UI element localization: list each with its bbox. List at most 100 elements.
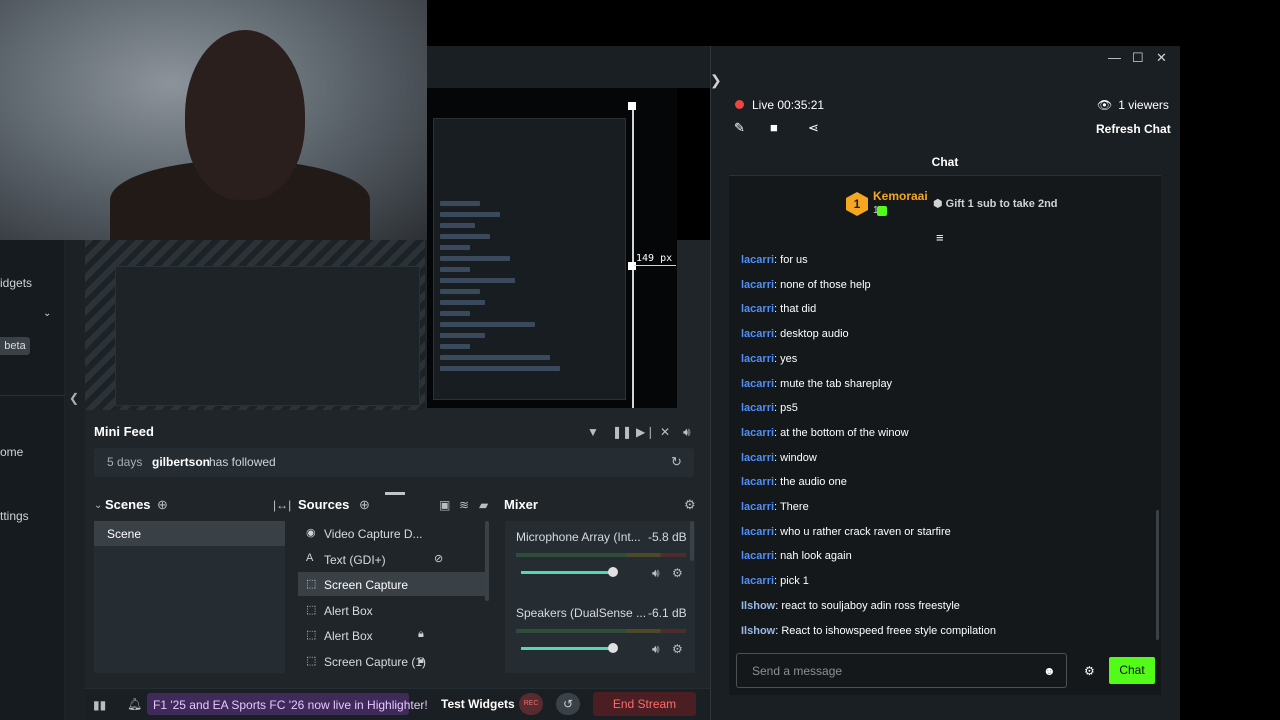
scrollbar[interactable] xyxy=(485,521,489,601)
test-widgets-button[interactable]: Test Widgets xyxy=(441,697,515,711)
lock-icon[interactable]: 🔒︎ xyxy=(418,654,424,667)
source-item[interactable]: A Text (GDI+) ⊘ xyxy=(298,547,488,571)
chat-message-text: at the bottom of the winow xyxy=(780,427,909,439)
skip-icon[interactable]: ▶❘ xyxy=(636,425,655,439)
gear-icon[interactable]: ⚙ xyxy=(672,642,683,656)
chat-username[interactable]: lacarri xyxy=(741,353,774,365)
mute-alerts-icon[interactable]: ✕ xyxy=(660,425,670,439)
record-button[interactable]: REC xyxy=(519,693,543,715)
emoji-icon[interactable]: ☻ xyxy=(1043,664,1056,678)
volume-icon[interactable]: 🔊︎ xyxy=(652,642,660,656)
gear-icon[interactable]: ⚙ xyxy=(1084,664,1095,678)
send-chat-button[interactable]: Chat xyxy=(1109,657,1155,684)
chat-message-input[interactable] xyxy=(738,655,1038,686)
chat-username[interactable]: lacarri xyxy=(741,501,774,513)
refresh-chat-button[interactable]: Refresh Chat xyxy=(1096,122,1171,136)
source-item[interactable]: ◉ Video Capture D... xyxy=(298,521,488,545)
chat-username[interactable]: lacarri xyxy=(741,378,774,390)
minimize-icon[interactable]: — xyxy=(1108,50,1121,65)
highlighter-banner[interactable]: F1 '25 and EA Sports FC '26 now live in … xyxy=(147,693,428,715)
chat-username[interactable]: lacarri xyxy=(741,303,774,315)
add-scene-icon[interactable]: ⊕ xyxy=(157,498,168,512)
chat-username[interactable]: lacarri xyxy=(741,254,774,266)
chat-username[interactable]: lacarri xyxy=(741,402,774,414)
gift-sub-prompt[interactable]: ⬢ Gift 1 sub to take 2nd xyxy=(933,197,1058,210)
chat-username[interactable]: lacarri xyxy=(741,550,774,562)
chat-message-text: mute the tab shareplay xyxy=(780,378,893,390)
chat-username[interactable]: lacarri xyxy=(741,279,774,291)
scene-item[interactable]: Scene xyxy=(94,521,285,546)
drag-handle[interactable] xyxy=(385,492,405,495)
selection-edge[interactable] xyxy=(632,105,634,408)
chevron-right-icon[interactable]: ❯ xyxy=(710,72,722,89)
chat-username[interactable]: lacarri xyxy=(741,427,774,439)
gear-icon[interactable]: ⚙ xyxy=(672,566,683,580)
volume-icon[interactable]: 🔊︎ xyxy=(683,425,691,439)
collapse-icon[interactable]: |↔| xyxy=(273,498,291,512)
chat-message-text: that did xyxy=(780,303,817,315)
scene-label: Scene xyxy=(107,527,142,541)
pause-icon[interactable]: ❚❚ xyxy=(612,425,632,439)
chevron-down-icon[interactable]: ⌄ xyxy=(94,499,102,513)
audio-meter xyxy=(516,553,686,557)
gift-icon xyxy=(877,206,887,216)
lock-icon[interactable]: 🔒︎ xyxy=(418,628,424,641)
mixer-channel-db: -5.8 dB xyxy=(648,530,687,544)
add-source-icon[interactable]: ⊕ xyxy=(359,498,370,512)
chat-username[interactable]: lacarri xyxy=(741,476,774,488)
source-label: Alert Box xyxy=(324,629,373,643)
source-item[interactable]: ⬚ Alert Box 🔒︎ xyxy=(298,623,488,647)
chat-username[interactable]: lacarri xyxy=(741,526,774,538)
window-controls: — ☐ ✕ xyxy=(1100,50,1175,66)
nested-screen-capture xyxy=(115,266,420,406)
source-item[interactable]: ⬚ Alert Box xyxy=(298,598,488,622)
chevron-left-icon[interactable]: ❮ xyxy=(69,391,79,405)
chat-username[interactable]: lacarri xyxy=(741,575,774,587)
volume-icon[interactable]: 🔊︎ xyxy=(652,566,660,580)
source-item[interactable]: ⬚ Screen Capture xyxy=(298,572,488,596)
volume-slider[interactable] xyxy=(521,571,616,574)
replay-buffer-icon[interactable]: ↺ xyxy=(556,693,580,715)
maximize-icon[interactable]: ☐ xyxy=(1132,50,1144,66)
folder-icon[interactable]: ▰ xyxy=(479,498,488,512)
chat-message-text: There xyxy=(779,501,809,513)
scrollbar[interactable] xyxy=(690,521,694,561)
resize-handle[interactable] xyxy=(628,102,636,110)
nav-item-settings[interactable]: ttings xyxy=(0,509,29,523)
source-settings-icon[interactable]: ≋ xyxy=(459,498,469,512)
close-icon[interactable]: ✕ xyxy=(1156,50,1167,66)
hidden-icon[interactable]: ⊘ xyxy=(434,552,443,565)
nav-item-home[interactable]: ome xyxy=(0,445,23,459)
chat-scrollbar[interactable] xyxy=(1156,510,1159,640)
chat-title: Chat xyxy=(931,155,959,169)
gear-icon[interactable]: ⚙ xyxy=(684,498,696,512)
filter-icon[interactable]: ▼ xyxy=(587,425,599,439)
chat-message: lacarri: none of those help xyxy=(741,279,871,291)
chat-message: lacarri: that did xyxy=(741,303,816,315)
share-icon[interactable]: ⋖ xyxy=(808,120,819,136)
chat-username[interactable]: Ilshow xyxy=(741,600,775,612)
feed-event-row: 5 days gilbertson has followed ↻ xyxy=(94,448,694,477)
volume-slider-knob[interactable] xyxy=(608,643,618,653)
camera-icon[interactable]: ■ xyxy=(770,120,778,135)
volume-slider[interactable] xyxy=(521,647,616,650)
source-group-icon[interactable]: ▣ xyxy=(439,498,450,512)
nav-item-widgets[interactable]: idgets xyxy=(0,276,32,290)
top-gifter-name[interactable]: Kemoraai xyxy=(873,189,928,203)
chevron-down-icon[interactable]: ⌄ xyxy=(43,308,51,319)
replay-icon[interactable]: ↻ xyxy=(671,455,682,469)
chat-input-box xyxy=(736,653,1067,688)
end-stream-button[interactable]: End Stream xyxy=(593,692,696,716)
chat-username[interactable]: lacarri xyxy=(741,328,774,340)
resize-handle[interactable] xyxy=(628,262,636,270)
chat-username[interactable]: Ilshow xyxy=(741,625,775,637)
chat-username[interactable]: lacarri xyxy=(741,452,774,464)
stats-icon[interactable]: ▮▮ xyxy=(93,698,106,712)
volume-slider-knob[interactable] xyxy=(608,567,618,577)
bell-icon[interactable]: 🔔︎ xyxy=(127,697,142,711)
chat-filter-icon[interactable]: ≡ xyxy=(936,230,944,245)
live-timer: 00:35:21 xyxy=(777,98,825,112)
source-item[interactable]: ⬚ Screen Capture (1) 🔒︎ xyxy=(298,649,488,673)
feed-event-age: 5 days xyxy=(107,455,143,469)
edit-icon[interactable]: ✎ xyxy=(734,120,745,136)
